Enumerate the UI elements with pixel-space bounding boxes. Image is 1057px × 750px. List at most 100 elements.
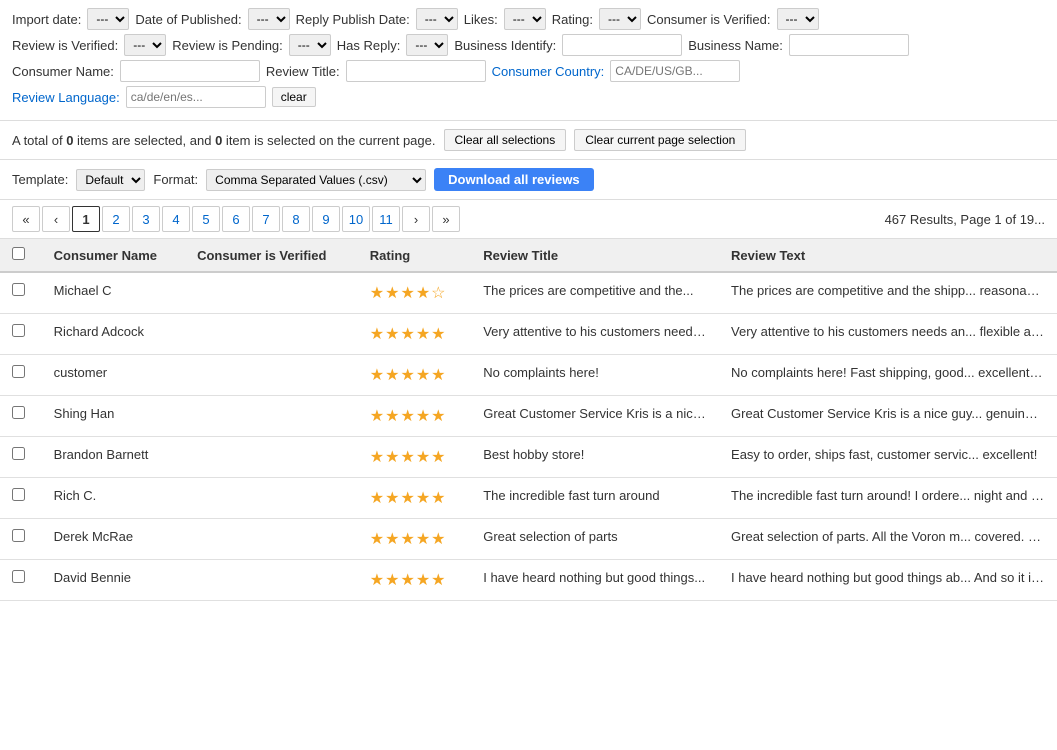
table-row: Brandon Barnett ★★★★★ Best hobby store! … <box>0 437 1057 478</box>
row-checkbox-5[interactable] <box>12 488 25 501</box>
row-checkbox-4[interactable] <box>12 447 25 460</box>
reviews-table: Consumer Name Consumer is Verified Ratin… <box>0 239 1057 601</box>
page-10-button[interactable]: 10 <box>342 206 370 232</box>
row-checkbox-1[interactable] <box>12 324 25 337</box>
page-11-button[interactable]: 11 <box>372 206 400 232</box>
consumer-verified-select[interactable]: --- <box>777 8 819 30</box>
row-review-text: Easy to order, ships fast, customer serv… <box>719 437 1057 478</box>
page-8-button[interactable]: 8 <box>282 206 310 232</box>
reply-publish-date-select[interactable]: --- <box>416 8 458 30</box>
page-1-button[interactable]: 1 <box>72 206 100 232</box>
row-consumer-name: Rich C. <box>42 478 185 519</box>
business-name-label: Business Name: <box>688 38 783 53</box>
row-checkbox-cell <box>0 396 42 437</box>
review-language-link[interactable]: Review Language: <box>12 90 120 105</box>
row-consumer-verified <box>185 314 358 355</box>
row-consumer-verified <box>185 560 358 601</box>
page-9-button[interactable]: 9 <box>312 206 340 232</box>
row-consumer-name: customer <box>42 355 185 396</box>
row-checkbox-cell <box>0 437 42 478</box>
consumer-name-input[interactable] <box>120 60 260 82</box>
pagination: « ‹ 1 2 3 4 5 6 7 8 9 10 11 › » <box>12 206 460 232</box>
review-pending-select[interactable]: --- <box>289 34 331 56</box>
likes-select[interactable]: --- <box>504 8 546 30</box>
import-date-label: Import date: <box>12 12 81 27</box>
page-6-button[interactable]: 6 <box>222 206 250 232</box>
row-review-title: Best hobby store! <box>471 437 719 478</box>
page-2-button[interactable]: 2 <box>102 206 130 232</box>
review-verified-select[interactable]: --- <box>124 34 166 56</box>
filter-row-3: Consumer Name: Review Title: Consumer Co… <box>12 60 1045 82</box>
row-checkbox-7[interactable] <box>12 570 25 583</box>
header-rating: Rating <box>358 239 471 272</box>
row-review-text: The prices are competitive and the shipp… <box>719 272 1057 314</box>
clear-page-selection-button[interactable]: Clear current page selection <box>574 129 746 151</box>
clear-all-selections-button[interactable]: Clear all selections <box>444 129 567 151</box>
row-checkbox-2[interactable] <box>12 365 25 378</box>
first-page-button[interactable]: « <box>12 206 40 232</box>
row-checkbox-6[interactable] <box>12 529 25 542</box>
rating-select[interactable]: --- <box>599 8 641 30</box>
consumer-verified-label: Consumer is Verified: <box>647 12 771 27</box>
table-row: Michael C ★★★★☆ The prices are competiti… <box>0 272 1057 314</box>
filter-row-1: Import date: --- Date of Published: --- … <box>12 8 1045 30</box>
table-row: Rich C. ★★★★★ The incredible fast turn a… <box>0 478 1057 519</box>
has-reply-select[interactable]: --- <box>406 34 448 56</box>
row-checkbox-cell <box>0 314 42 355</box>
row-checkbox-cell <box>0 478 42 519</box>
table-row: David Bennie ★★★★★ I have heard nothing … <box>0 560 1057 601</box>
header-consumer-verified: Consumer is Verified <box>185 239 358 272</box>
review-title-input[interactable] <box>346 60 486 82</box>
row-checkbox-3[interactable] <box>12 406 25 419</box>
header-review-text: Review Text <box>719 239 1057 272</box>
template-select[interactable]: Default <box>76 169 145 191</box>
row-rating: ★★★★★ <box>358 519 471 560</box>
filter-section: Import date: --- Date of Published: --- … <box>0 0 1057 121</box>
header-consumer-name: Consumer Name <box>42 239 185 272</box>
format-select[interactable]: Comma Separated Values (.csv) <box>206 169 426 191</box>
business-name-input[interactable] <box>789 34 909 56</box>
row-checkbox-0[interactable] <box>12 283 25 296</box>
row-checkbox-cell <box>0 519 42 560</box>
date-published-select[interactable]: --- <box>248 8 290 30</box>
row-review-title: Great selection of parts <box>471 519 719 560</box>
row-rating: ★★★★★ <box>358 355 471 396</box>
table-header-row: Consumer Name Consumer is Verified Ratin… <box>0 239 1057 272</box>
row-rating: ★★★★★ <box>358 396 471 437</box>
review-language-input[interactable] <box>126 86 266 108</box>
last-page-button[interactable]: » <box>432 206 460 232</box>
row-checkbox-cell <box>0 560 42 601</box>
table-row: Shing Han ★★★★★ Great Customer Service K… <box>0 396 1057 437</box>
row-rating: ★★★★★ <box>358 560 471 601</box>
prev-page-button[interactable]: ‹ <box>42 206 70 232</box>
page-4-button[interactable]: 4 <box>162 206 190 232</box>
rating-label: Rating: <box>552 12 593 27</box>
page-7-button[interactable]: 7 <box>252 206 280 232</box>
date-published-label: Date of Published: <box>135 12 241 27</box>
row-review-text: Very attentive to his customers needs an… <box>719 314 1057 355</box>
likes-label: Likes: <box>464 12 498 27</box>
download-all-reviews-button[interactable]: Download all reviews <box>434 168 594 191</box>
row-consumer-name: Derek McRae <box>42 519 185 560</box>
business-identify-input[interactable] <box>562 34 682 56</box>
import-date-select[interactable]: --- <box>87 8 129 30</box>
format-label: Format: <box>153 172 198 187</box>
row-checkbox-cell <box>0 272 42 314</box>
consumer-country-input[interactable] <box>610 60 740 82</box>
page-5-button[interactable]: 5 <box>192 206 220 232</box>
row-review-text: The incredible fast turn around! I order… <box>719 478 1057 519</box>
template-label: Template: <box>12 172 68 187</box>
row-review-title: The incredible fast turn around <box>471 478 719 519</box>
row-checkbox-cell <box>0 355 42 396</box>
row-consumer-verified <box>185 478 358 519</box>
row-consumer-verified <box>185 355 358 396</box>
business-identify-label: Business Identify: <box>454 38 556 53</box>
results-text: 467 Results, Page 1 of 19... <box>885 212 1045 227</box>
page-3-button[interactable]: 3 <box>132 206 160 232</box>
filter-row-2: Review is Verified: --- Review is Pendin… <box>12 34 1045 56</box>
select-all-checkbox[interactable] <box>12 247 25 260</box>
selection-text: A total of 0 items are selected, and 0 i… <box>12 133 436 148</box>
clear-language-button[interactable]: clear <box>272 87 316 107</box>
row-review-title: I have heard nothing but good things... <box>471 560 719 601</box>
next-page-button[interactable]: › <box>402 206 430 232</box>
